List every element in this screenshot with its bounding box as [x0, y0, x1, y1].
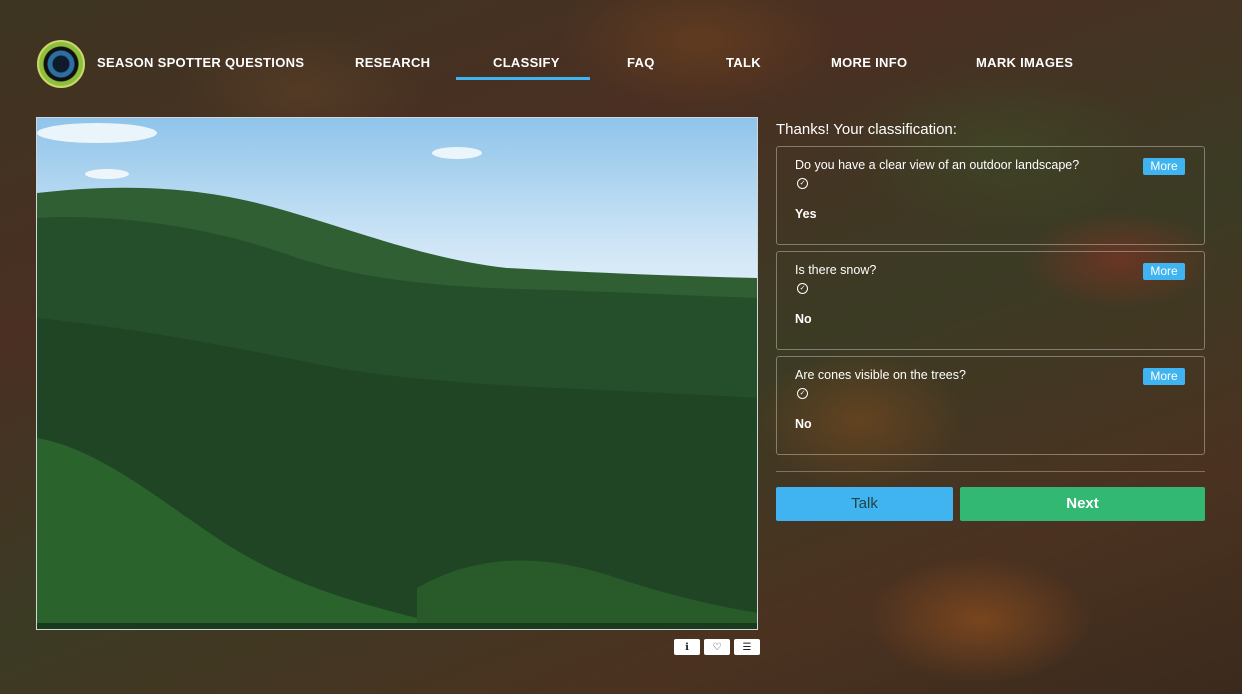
more-button[interactable]: More [1143, 263, 1185, 280]
check-circle-icon: ✓ [797, 283, 808, 294]
classification-summary-title: Thanks! Your classification: [776, 121, 957, 138]
answer-text: No [795, 417, 812, 431]
question-text: Are cones visible on the trees? [795, 368, 966, 382]
subject-image[interactable] [36, 117, 758, 630]
answer-text: No [795, 312, 812, 326]
nav-research[interactable]: RESEARCH [355, 55, 430, 70]
question-text: Do you have a clear view of an outdoor l… [795, 158, 1080, 172]
list-icon[interactable]: ☰ [734, 639, 760, 655]
top-navigation: SEASON SPOTTER QUESTIONS RESEARCH CLASSI… [0, 0, 1242, 110]
image-toolbar: ℹ ♡ ☰ [674, 639, 760, 655]
forest-landscape-photo [37, 123, 757, 629]
heart-icon[interactable]: ♡ [704, 639, 730, 655]
question-card: Is there snow? More ✓ No [776, 251, 1205, 350]
answer-text: Yes [795, 207, 817, 221]
info-icon[interactable]: ℹ [674, 639, 700, 655]
question-card: Are cones visible on the trees? More ✓ N… [776, 356, 1205, 455]
question-card: Do you have a clear view of an outdoor l… [776, 146, 1205, 245]
active-tab-indicator [456, 77, 590, 80]
talk-button[interactable]: Talk [776, 487, 953, 521]
brand-link[interactable]: SEASON SPOTTER QUESTIONS [97, 55, 304, 70]
nav-faq[interactable]: FAQ [627, 55, 655, 70]
nav-more-info[interactable]: MORE INFO [831, 55, 907, 70]
nav-classify[interactable]: CLASSIFY [493, 55, 560, 70]
nav-talk[interactable]: TALK [726, 55, 761, 70]
question-text: Is there snow? [795, 263, 877, 277]
more-button[interactable]: More [1143, 158, 1185, 175]
nav-mark-images[interactable]: MARK IMAGES [976, 55, 1073, 70]
more-button[interactable]: More [1143, 368, 1185, 385]
check-circle-icon: ✓ [797, 178, 808, 189]
next-button[interactable]: Next [960, 487, 1205, 521]
divider [776, 471, 1205, 472]
check-circle-icon: ✓ [797, 388, 808, 399]
season-spotter-logo-icon[interactable] [37, 40, 85, 88]
